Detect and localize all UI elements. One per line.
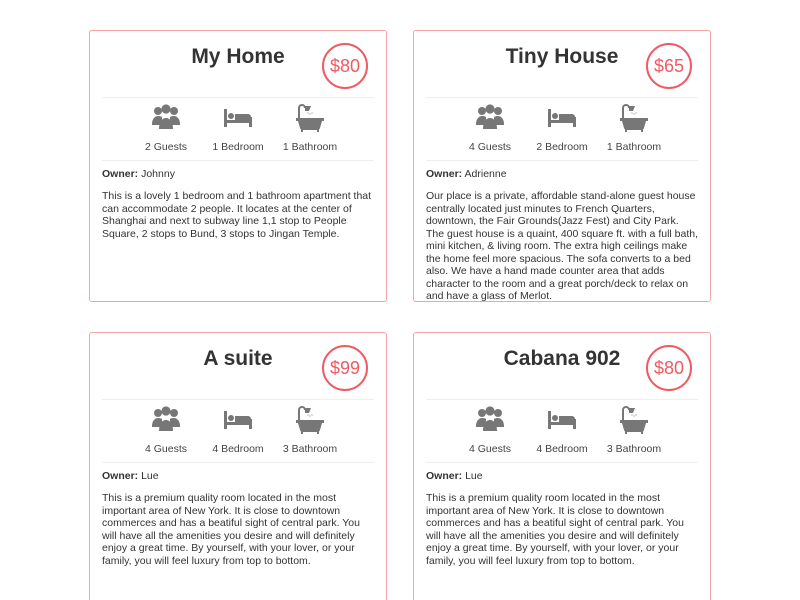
amenity-bathrooms: 3 Bathroom: [598, 404, 670, 462]
card-header: Tiny House $65: [414, 31, 710, 97]
amenity-bedrooms: 1 Bedroom: [202, 102, 274, 160]
bathtub-icon: [598, 404, 670, 436]
listing-card[interactable]: Tiny House $65 4 Guests 2 Bedroom 1 Bath…: [413, 30, 711, 302]
amenity-bedrooms: 2 Bedroom: [526, 102, 598, 160]
divider: [426, 462, 698, 463]
card-header: A suite $99: [90, 333, 386, 399]
amenities-row: 4 Guests 4 Bedroom 3 Bathroom: [90, 400, 386, 462]
bedrooms-label: 2 Bedroom: [536, 141, 588, 153]
users-icon: [454, 404, 526, 436]
owner-name: Johnny: [141, 168, 175, 180]
owner-label: Owner:: [102, 168, 139, 180]
amenity-guests: 2 Guests: [130, 102, 202, 160]
bed-icon: [526, 102, 598, 134]
price-badge: $99: [322, 345, 368, 391]
bathrooms-label: 3 Bathroom: [606, 443, 662, 455]
amenity-bathrooms: 1 Bathroom: [274, 102, 346, 160]
guests-label: 4 Guests: [468, 141, 512, 153]
amenities-row: 4 Guests 2 Bedroom 1 Bathroom: [414, 98, 710, 160]
bathtub-icon: [598, 102, 670, 134]
users-icon: [130, 404, 202, 436]
listings-grid: My Home $80 2 Guests 1 Bedroom 1 Bathroo…: [0, 0, 800, 600]
amenity-bedrooms: 4 Bedroom: [202, 404, 274, 462]
owner-name: Lue: [141, 470, 159, 482]
amenity-guests: 4 Guests: [130, 404, 202, 462]
owner-label: Owner:: [102, 470, 139, 482]
listing-card[interactable]: A suite $99 4 Guests 4 Bedroom 3 Bathroo…: [89, 332, 387, 600]
bed-icon: [202, 404, 274, 436]
price-badge: $80: [646, 345, 692, 391]
divider: [102, 160, 374, 161]
bathrooms-label: 1 Bathroom: [606, 141, 662, 153]
bedrooms-label: 4 Bedroom: [212, 443, 264, 455]
bathtub-icon: [274, 404, 346, 436]
owner-name: Lue: [465, 470, 483, 482]
guests-label: 2 Guests: [144, 141, 188, 153]
owner-line: Owner: Johnny: [102, 168, 374, 180]
amenity-bathrooms: 1 Bathroom: [598, 102, 670, 160]
bathtub-icon: [274, 102, 346, 134]
amenity-guests: 4 Guests: [454, 404, 526, 462]
bathrooms-label: 3 Bathroom: [282, 443, 338, 455]
amenity-bathrooms: 3 Bathroom: [274, 404, 346, 462]
owner-label: Owner:: [426, 470, 463, 482]
listing-description: This is a premium quality room located i…: [102, 492, 360, 567]
bathrooms-label: 1 Bathroom: [282, 141, 338, 153]
listing-description: This is a premium quality room located i…: [426, 492, 684, 567]
owner-line: Owner: Lue: [426, 470, 698, 482]
divider: [102, 462, 374, 463]
amenity-bedrooms: 4 Bedroom: [526, 404, 598, 462]
owner-line: Owner: Lue: [102, 470, 374, 482]
bedrooms-label: 1 Bedroom: [212, 141, 264, 153]
guests-label: 4 Guests: [144, 443, 188, 455]
listing-card[interactable]: My Home $80 2 Guests 1 Bedroom 1 Bathroo…: [89, 30, 387, 302]
owner-label: Owner:: [426, 168, 463, 180]
bed-icon: [526, 404, 598, 436]
bedrooms-label: 4 Bedroom: [536, 443, 588, 455]
owner-name: Adrienne: [464, 168, 507, 180]
amenity-guests: 4 Guests: [454, 102, 526, 160]
listing-card[interactable]: Cabana 902 $80 4 Guests 4 Bedroom 3 Bath…: [413, 332, 711, 600]
card-header: Cabana 902 $80: [414, 333, 710, 399]
bed-icon: [202, 102, 274, 134]
price-badge: $80: [322, 43, 368, 89]
users-icon: [130, 102, 202, 134]
divider: [426, 160, 698, 161]
listing-description: This is a lovely 1 bedroom and 1 bathroo…: [102, 190, 372, 240]
listing-description: Our place is a private, affordable stand…: [426, 190, 699, 302]
guests-label: 4 Guests: [468, 443, 512, 455]
amenities-row: 2 Guests 1 Bedroom 1 Bathroom: [90, 98, 386, 160]
owner-line: Owner: Adrienne: [426, 168, 698, 180]
amenities-row: 4 Guests 4 Bedroom 3 Bathroom: [414, 400, 710, 462]
price-badge: $65: [646, 43, 692, 89]
card-header: My Home $80: [90, 31, 386, 97]
users-icon: [454, 102, 526, 134]
